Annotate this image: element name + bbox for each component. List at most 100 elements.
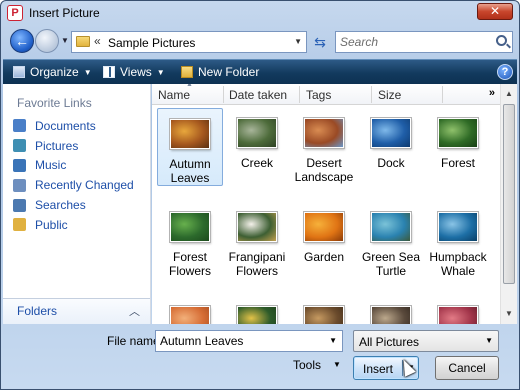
file-name: Forest bbox=[440, 156, 475, 170]
address-row: ← ▼ « Sample Pictures ▼ ⇆ bbox=[1, 25, 519, 59]
file-item[interactable]: Dock bbox=[358, 108, 424, 184]
views-label: Views bbox=[120, 65, 152, 79]
public-folder-icon bbox=[13, 218, 26, 232]
file-item[interactable]: Humpback Whale bbox=[425, 202, 491, 278]
recent-pages-chevron-icon[interactable]: ▼ bbox=[61, 36, 69, 45]
chevron-up-icon[interactable]: ︿ bbox=[129, 303, 140, 319]
favorite-link-pictures[interactable]: Pictures bbox=[13, 136, 134, 156]
column-divider[interactable] bbox=[371, 86, 372, 103]
back-button[interactable]: ← bbox=[10, 29, 34, 53]
favorite-link-searches[interactable]: Searches bbox=[13, 195, 134, 215]
file-name-dropdown-icon[interactable]: ▼ bbox=[329, 336, 337, 345]
file-name: Dock bbox=[377, 156, 405, 170]
file-item[interactable] bbox=[224, 296, 290, 324]
refresh-icon[interactable]: ⇆ bbox=[311, 33, 329, 51]
folders-toggle[interactable]: Folders ︿ bbox=[3, 298, 150, 324]
search-input[interactable] bbox=[340, 33, 490, 51]
file-name-input[interactable] bbox=[160, 332, 320, 350]
picture-thumbnail bbox=[170, 212, 210, 242]
favorite-link-recently-changed[interactable]: Recently Changed bbox=[13, 175, 134, 195]
picture-thumbnail bbox=[237, 118, 277, 148]
column-divider[interactable] bbox=[223, 86, 224, 103]
favorite-link-label: Pictures bbox=[35, 138, 79, 153]
search-icon[interactable] bbox=[496, 35, 507, 46]
folders-label: Folders bbox=[17, 304, 58, 318]
column-divider[interactable] bbox=[442, 86, 443, 103]
file-type-dropdown-icon[interactable]: ▼ bbox=[485, 336, 493, 345]
address-bar[interactable]: « Sample Pictures ▼ bbox=[71, 31, 307, 53]
file-item[interactable]: Forest Flowers bbox=[157, 202, 223, 278]
favorite-link-public[interactable]: Public bbox=[13, 215, 134, 235]
column-header-date-taken[interactable]: Date taken bbox=[229, 88, 287, 102]
file-type-value: All Pictures bbox=[359, 335, 420, 349]
sort-ascending-icon: ▲ bbox=[186, 84, 193, 88]
scroll-down-icon[interactable]: ▼ bbox=[502, 306, 516, 322]
powerpoint-app-icon: P bbox=[7, 5, 23, 21]
favorite-link-label: Recently Changed bbox=[35, 178, 134, 193]
organize-chevron-down-icon: ▼ bbox=[83, 68, 92, 77]
views-button[interactable]: Views ▼ bbox=[103, 65, 165, 79]
column-header-name[interactable]: Name bbox=[158, 88, 190, 102]
file-item[interactable] bbox=[358, 296, 424, 324]
organize-button[interactable]: Organize ▼ bbox=[13, 65, 92, 79]
cancel-button[interactable]: Cancel bbox=[435, 356, 499, 380]
address-dropdown-icon[interactable]: ▼ bbox=[294, 37, 302, 46]
picture-thumbnail bbox=[438, 118, 478, 148]
dialog-footer: File name: ▼ All Pictures ▼ Tools ▼ Inse… bbox=[1, 324, 519, 389]
file-item[interactable]: Forest bbox=[425, 108, 491, 184]
favorite-link-label: Public bbox=[35, 217, 68, 232]
scroll-up-icon[interactable]: ▲ bbox=[502, 86, 516, 102]
tools-chevron-down-icon[interactable]: ▼ bbox=[333, 360, 341, 369]
file-item[interactable]: Green Sea Turtle bbox=[358, 202, 424, 278]
insert-picture-dialog: P Insert Picture ✕ ← ▼ « Sample Pictures… bbox=[0, 0, 520, 390]
picture-thumbnail bbox=[304, 212, 344, 242]
file-name-combobox[interactable]: ▼ bbox=[155, 330, 343, 352]
navigation-pane: Favorite Links Documents Pictures Music Rec… bbox=[3, 84, 151, 324]
breadcrumb-sample-pictures[interactable]: Sample Pictures bbox=[108, 36, 195, 50]
more-columns-icon[interactable]: » bbox=[489, 87, 495, 99]
recently-changed-icon bbox=[13, 178, 26, 192]
picture-thumbnail bbox=[304, 118, 344, 148]
scrollbar-thumb[interactable] bbox=[503, 104, 515, 284]
file-item[interactable]: Desert Landscape bbox=[291, 108, 357, 184]
file-item[interactable]: Frangipani Flowers bbox=[224, 202, 290, 278]
organize-icon bbox=[13, 66, 25, 78]
picture-thumbnail bbox=[438, 212, 478, 242]
file-name: Humpback Whale bbox=[429, 250, 487, 278]
picture-thumbnail bbox=[237, 306, 277, 324]
new-folder-label: New Folder bbox=[198, 65, 260, 79]
column-header-tags[interactable]: Tags bbox=[306, 88, 331, 102]
close-button[interactable]: ✕ bbox=[477, 3, 513, 20]
file-item[interactable]: Garden bbox=[291, 202, 357, 278]
file-type-select[interactable]: All Pictures ▼ bbox=[353, 330, 499, 352]
picture-thumbnail bbox=[371, 212, 411, 242]
tools-button[interactable]: Tools bbox=[293, 358, 321, 372]
picture-thumbnail bbox=[170, 306, 210, 324]
search-box[interactable] bbox=[335, 31, 513, 53]
vertical-scrollbar[interactable]: ▲ ▼ bbox=[500, 84, 517, 324]
searches-icon bbox=[13, 198, 26, 212]
documents-icon bbox=[13, 119, 26, 133]
favorite-link-documents[interactable]: Documents bbox=[13, 116, 134, 136]
new-folder-button[interactable]: New Folder bbox=[181, 65, 259, 79]
pictures-icon bbox=[13, 139, 26, 153]
organize-label: Organize bbox=[30, 65, 79, 79]
file-name: Green Sea Turtle bbox=[361, 250, 421, 278]
column-divider[interactable] bbox=[299, 86, 300, 103]
picture-thumbnail bbox=[371, 306, 411, 324]
file-item[interactable] bbox=[157, 296, 223, 324]
forward-button[interactable] bbox=[35, 29, 59, 53]
favorite-link-music[interactable]: Music bbox=[13, 156, 134, 176]
picture-thumbnail bbox=[371, 118, 411, 148]
command-toolbar: Organize ▼ Views ▼ New Folder ? bbox=[3, 59, 517, 84]
file-item[interactable] bbox=[291, 296, 357, 324]
file-list-pane: Name ▲ Date taken Tags Size » Autumn Lea… bbox=[152, 84, 517, 324]
picture-thumbnail bbox=[438, 306, 478, 324]
file-item[interactable]: Creek bbox=[224, 108, 290, 184]
breadcrumb-overflow[interactable]: « bbox=[94, 34, 101, 48]
title-bar: P Insert Picture ✕ bbox=[1, 1, 519, 25]
file-item[interactable]: Autumn Leaves bbox=[157, 108, 223, 186]
file-item[interactable] bbox=[425, 296, 491, 324]
column-header-size[interactable]: Size bbox=[378, 88, 401, 102]
help-icon[interactable]: ? bbox=[497, 64, 513, 80]
